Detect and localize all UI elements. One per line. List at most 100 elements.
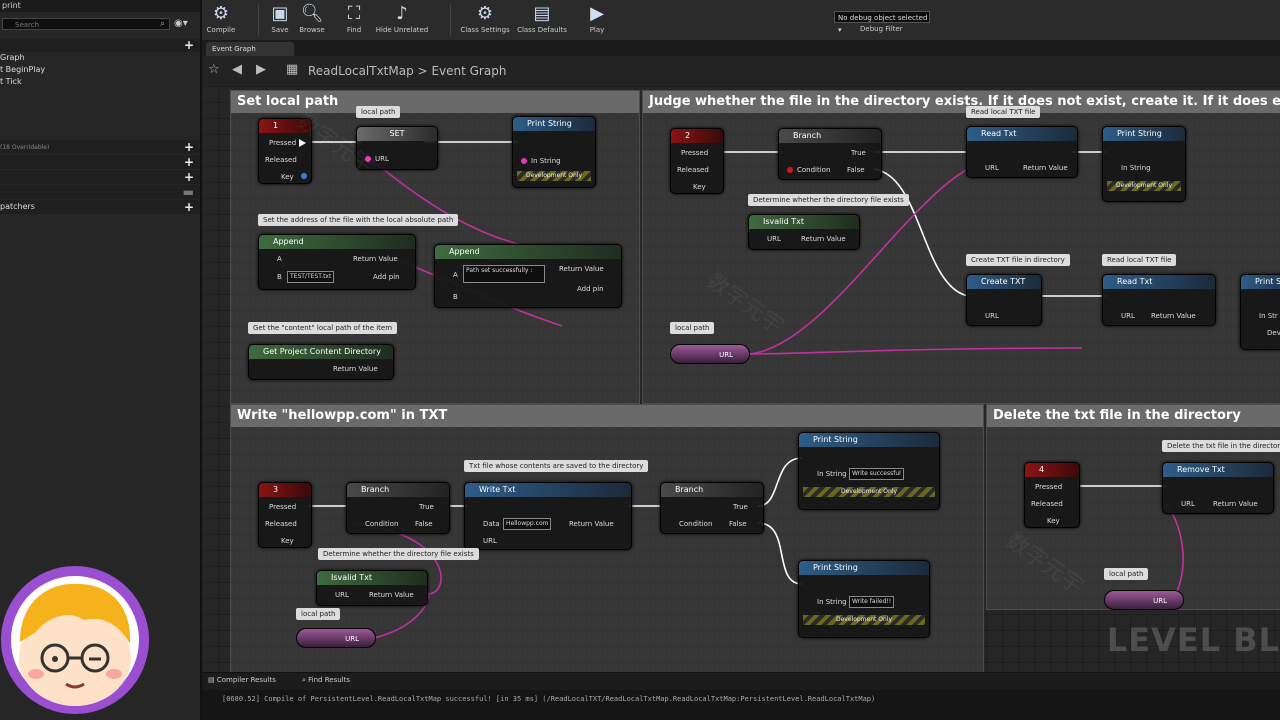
local-path-tooltip-3: local path — [296, 608, 341, 620]
save-button[interactable]: ▣ Save — [266, 2, 294, 34]
local-path-getter-1[interactable]: URL — [670, 344, 750, 364]
save-icon: ▣ — [271, 3, 289, 24]
breadcrumb-root[interactable]: ReadLocalTxtMap — [308, 64, 414, 78]
determine-exists-tooltip-1: Determine whether the directory file exi… — [748, 194, 909, 206]
dispatchers-label: patchers — [0, 202, 35, 211]
level-blueprint-watermark: LEVEL BL — [1106, 621, 1280, 659]
keyboard-event-1-node[interactable]: 1 Pressed Released Key — [258, 118, 312, 184]
browse-button[interactable]: 🔍︎ Browse — [298, 2, 326, 34]
collapse-icon[interactable]: ▬ — [183, 185, 194, 199]
breadcrumb-path: ReadLocalTxtMap > Event Graph — [308, 64, 507, 78]
read-local-txt-tooltip-1: Read local TXT file — [966, 106, 1041, 118]
functions-category[interactable]: (18 Overridable) + — [0, 140, 200, 154]
compiler-log: [0680.52] Compile of PersistentLevel.Rea… — [202, 690, 1280, 720]
print-string-success-node[interactable]: Print String In String Write successful … — [798, 432, 940, 510]
tab-event-graph[interactable]: Event Graph — [206, 42, 294, 56]
search-input[interactable]: Search — [2, 18, 170, 30]
write-txt-node[interactable]: Write Txt Data Hellowpp.com Return Value… — [464, 482, 632, 550]
remove-txt-node[interactable]: Remove Txt URL Return Value — [1162, 462, 1274, 514]
condition-pin[interactable] — [787, 167, 793, 173]
forward-arrow-icon[interactable]: ▶ — [256, 62, 266, 77]
read-txt-node-2[interactable]: Read Txt URL Return Value — [1102, 274, 1216, 326]
local-path-tooltip: local path — [356, 106, 401, 118]
add-dispatcher-icon[interactable]: + — [184, 200, 194, 214]
write-success-input[interactable]: Write successful — [849, 468, 904, 480]
dispatchers-category[interactable]: patchers + — [0, 200, 200, 214]
avatar — [1, 566, 149, 714]
class-defaults-button[interactable]: ▤ Class Defaults — [516, 2, 568, 34]
print-string-node-3[interactable]: Print S In Str Develop — [1240, 274, 1280, 350]
hide-unrelated-button[interactable]: ♪ Hide Unrelated — [374, 2, 430, 34]
components-category[interactable]: ▬ — [0, 185, 200, 199]
txt-saved-tooltip: Txt file whose contents are saved to the… — [464, 460, 649, 472]
print-string-failed-node[interactable]: Print String In String Write failed!! De… — [798, 560, 930, 638]
star-icon[interactable]: ☆ — [208, 62, 220, 77]
print-string-node-1[interactable]: Print String In String Development Only — [512, 116, 596, 188]
add-variable-icon[interactable]: + — [184, 170, 194, 184]
set-address-tooltip: Set the address of the file with the loc… — [258, 214, 459, 226]
append-a-value-input[interactable]: Path set successfully : — [463, 265, 545, 283]
url-input-pin[interactable] — [365, 156, 371, 162]
key-pin[interactable] — [301, 173, 307, 179]
class-settings-button[interactable]: ⚙ Class Settings — [460, 2, 510, 34]
write-failed-input[interactable]: Write failed!! — [849, 596, 895, 608]
hide-unrelated-icon: ♪ — [396, 3, 408, 24]
toolbar: ⚙ Compile ▣ Save 🔍︎ Browse ⛶ Find ♪ Hide Unre… — [202, 0, 1280, 41]
read-txt-node-1[interactable]: Read Txt URL Return Value — [966, 126, 1078, 178]
append-node-2[interactable]: Append A Path set successfully : B Retur… — [434, 244, 622, 308]
create-txt-node[interactable]: Create TXT URL — [966, 274, 1042, 326]
overridable-count: (18 Overridable) — [0, 144, 50, 151]
breadcrumb-leaf[interactable]: Event Graph — [431, 64, 506, 78]
get-project-content-dir-node[interactable]: Get Project Content Directory Return Val… — [248, 344, 394, 380]
graph-canvas[interactable]: Set local path Judge whether the file in… — [202, 86, 1280, 672]
local-path-getter-2[interactable]: URL — [296, 628, 376, 648]
read-local-txt-tooltip-2: Read local TXT file — [1102, 254, 1177, 266]
branch-node-3[interactable]: Branch True Condition False — [660, 482, 764, 534]
bottom-tab-bar: ▤ Compiler Results ⌕ Find Results — [202, 672, 1280, 691]
graph-item[interactable]: Graph — [0, 53, 25, 62]
keyboard-event-2-node[interactable]: 2 Pressed Released Key — [670, 128, 724, 194]
event-tick-item[interactable]: t Tick — [0, 77, 22, 86]
pressed-exec-pin[interactable] — [299, 139, 306, 147]
set-variable-node[interactable]: SET URL — [356, 126, 438, 170]
back-arrow-icon[interactable]: ◀ — [232, 62, 242, 77]
tab-compiler-results[interactable]: ▤ Compiler Results — [208, 676, 276, 684]
compile-gear-icon: ⚙ — [212, 3, 230, 24]
b-value-input[interactable]: TEST/TEST.txt — [287, 271, 335, 283]
play-button[interactable]: ▶ Play — [582, 2, 612, 34]
branch-node-2[interactable]: Branch True Condition False — [346, 482, 450, 534]
print-string-node-2[interactable]: Print String In String Development Only — [1102, 126, 1186, 202]
append-node-1[interactable]: Append A B TEST/TEST.txt Return Value Ad… — [258, 234, 416, 290]
keyboard-event-3-node[interactable]: 3 Pressed Released Key — [258, 482, 312, 548]
find-button[interactable]: ⛶ Find — [340, 2, 368, 34]
debug-object-select[interactable]: No debug object selected ▾ — [834, 11, 930, 34]
local-path-tooltip-2: local path — [670, 322, 715, 334]
event-beginplay-item[interactable]: t BeginPlay — [0, 65, 45, 74]
graphs-category[interactable]: + — [0, 38, 200, 52]
tab-bar: Event Graph — [202, 40, 1280, 56]
isvalid-txt-node-2[interactable]: Isvalid Txt URL Return Value — [316, 570, 428, 606]
determine-exists-tooltip-2: Determine whether the directory file exi… — [318, 548, 479, 560]
branch-node-1[interactable]: Branch True Condition False — [778, 128, 882, 180]
isvalid-txt-node-1[interactable]: Isvalid Txt URL Return Value — [748, 214, 860, 250]
add-graph-icon[interactable]: + — [184, 38, 194, 52]
graph-grid-icon: ▦ — [286, 62, 299, 77]
search-icon[interactable]: ⌕ — [160, 19, 165, 29]
tab-find-results[interactable]: ⌕ Find Results — [302, 676, 350, 685]
class-defaults-icon: ▤ — [533, 3, 551, 24]
blueprint-editor: print Search ⌕ ◉▾ + Graph t BeginPlay t … — [0, 0, 1280, 720]
in-string-pin[interactable] — [521, 158, 527, 164]
class-settings-icon: ⚙ — [476, 3, 494, 24]
variables-category[interactable]: + — [0, 170, 200, 184]
debug-filter-label: Debug Filter — [860, 25, 903, 33]
add-macro-icon[interactable]: + — [184, 155, 194, 169]
add-function-icon[interactable]: + — [184, 140, 194, 154]
macros-category[interactable]: + — [0, 155, 200, 169]
toolbar-separator — [450, 4, 451, 36]
compile-button[interactable]: ⚙ Compile — [204, 2, 238, 34]
create-txt-tooltip: Create TXT file in directory — [966, 254, 1070, 266]
local-path-getter-3[interactable]: URL — [1104, 590, 1184, 610]
data-value-input[interactable]: Hellowpp.com — [503, 518, 552, 530]
view-options-icon[interactable]: ◉▾ — [174, 18, 188, 29]
keyboard-event-4-node[interactable]: 4 Pressed Released Key — [1024, 462, 1080, 528]
